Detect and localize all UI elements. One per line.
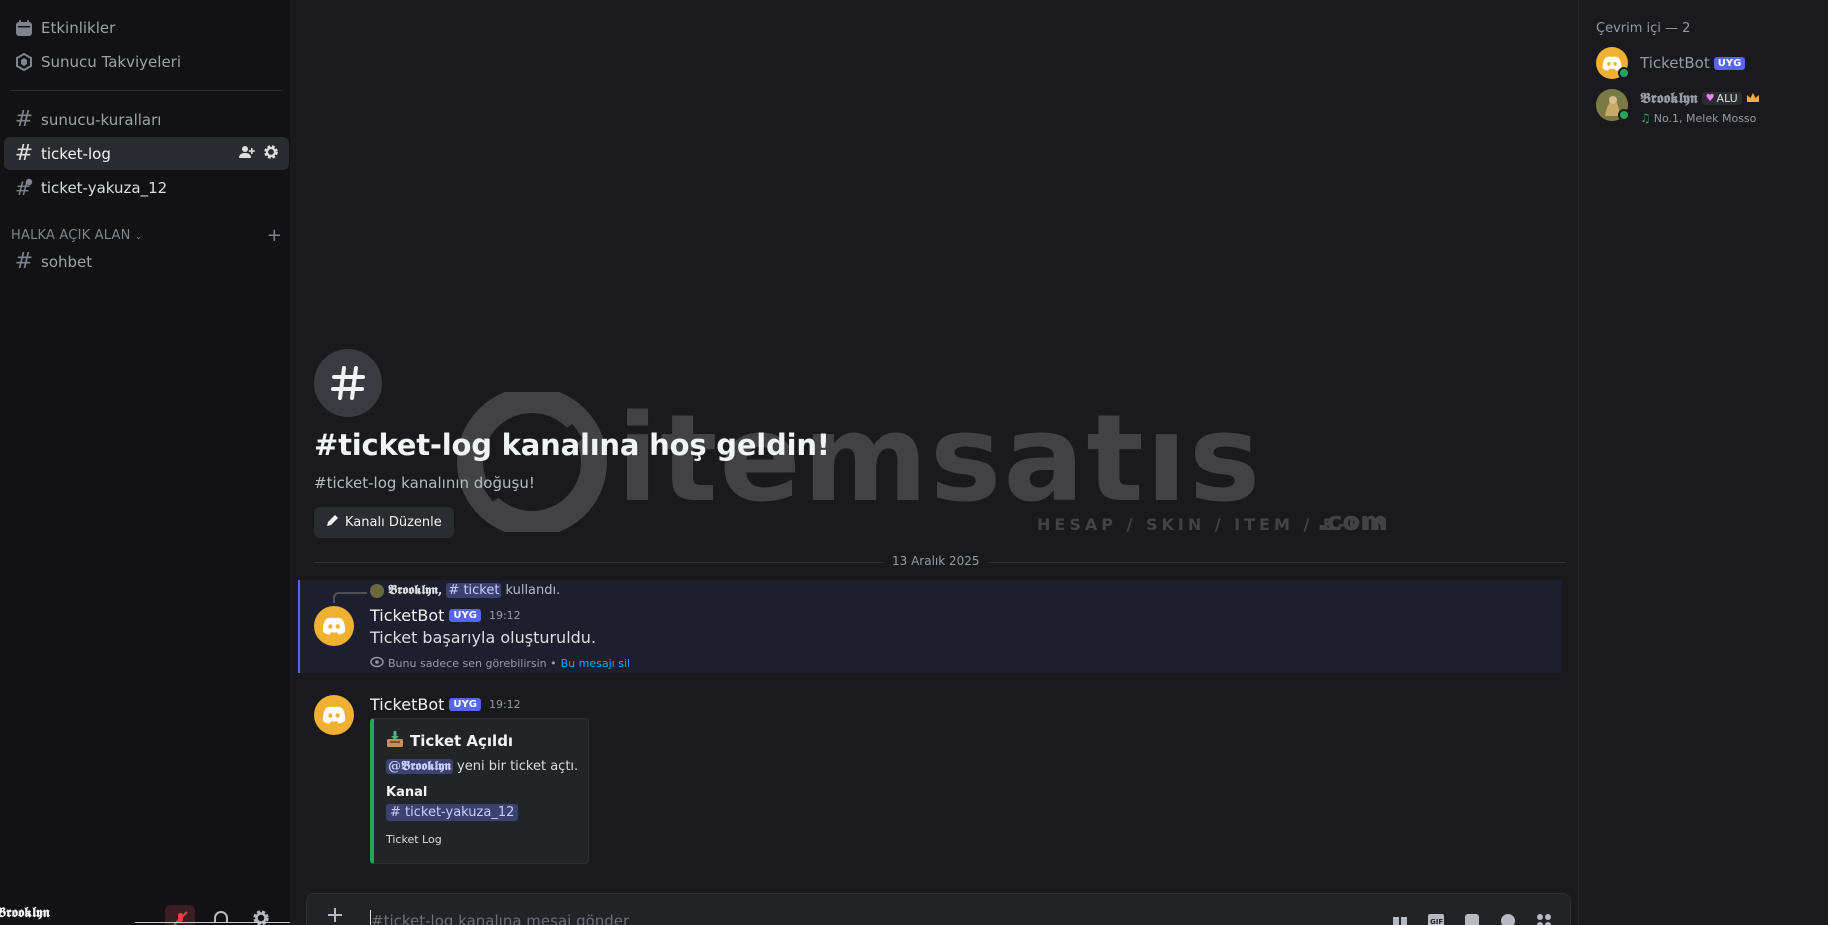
message-header: TicketBot UYG 19:12 bbox=[370, 695, 521, 714]
member-name-row: TicketBot UYG bbox=[1640, 54, 1746, 72]
pencil-icon bbox=[326, 514, 339, 531]
sidebar-item-label: Etkinlikler bbox=[41, 18, 116, 37]
app-tag-badge: UYG bbox=[449, 698, 481, 711]
member-item-brooklyn[interactable]: 𝕭𝖗𝖔𝖔𝖐𝖑𝖞𝖓 ♥ ALU ♫ No.1, Melek Mosso bbox=[1596, 89, 1821, 129]
bot-avatar[interactable] bbox=[314, 606, 354, 646]
user-mention[interactable]: @𝕭𝖗𝖔𝖔𝖐𝖑𝖞𝖓 bbox=[386, 759, 453, 774]
ticket-embed: Ticket Açıldı @𝕭𝖗𝖔𝖔𝖐𝖑𝖞𝖓 yeni bir ticket … bbox=[370, 718, 589, 864]
user-panel: 𝕭𝖗𝖔𝖔𝖐𝖑𝖞𝖓 bbox=[0, 893, 290, 925]
channel-name: sunucu-kuralları bbox=[41, 110, 162, 129]
hash-icon: # bbox=[14, 248, 34, 274]
member-name: TicketBot bbox=[1640, 54, 1710, 72]
activity-text: No.1, Melek Mosso bbox=[1653, 111, 1757, 125]
watermark-suffix: .com bbox=[1317, 507, 1387, 532]
music-note-icon: ♫ bbox=[1640, 111, 1651, 125]
bot-avatar[interactable] bbox=[314, 695, 354, 735]
member-list: Çevrim içi — 2 TicketBot UYG 𝕭𝖗𝖔𝖔𝖐𝖑𝖞𝖓 ♥ … bbox=[1578, 0, 1828, 925]
channel-name: sohbet bbox=[41, 252, 93, 271]
sidebar-item-label: Sunucu Takviyeleri bbox=[41, 52, 182, 71]
channel-item-ticket-yakuza-12[interactable]: # ticket-yakuza_12 bbox=[4, 171, 289, 204]
embed-field-name: Kanal bbox=[386, 785, 428, 800]
hash-icon: # bbox=[14, 106, 34, 132]
heart-icon: ♥ bbox=[1705, 92, 1715, 104]
guild-tag-text: ALU bbox=[1716, 91, 1738, 105]
eye-icon bbox=[370, 656, 384, 671]
message-timestamp: 19:12 bbox=[488, 609, 521, 622]
member-activity: ♫ No.1, Melek Mosso bbox=[1640, 111, 1756, 125]
category-halka-acik-alan[interactable]: HALKA AÇIK ALAN ⌄ + bbox=[11, 225, 286, 246]
channel-name: ticket-yakuza_12 bbox=[41, 178, 168, 197]
channel-sidebar: Etkinlikler Sunucu Takviyeleri # sunucu-… bbox=[0, 0, 290, 925]
hash-icon: # bbox=[14, 140, 34, 166]
category-label: HALKA AÇIK ALAN ⌄ bbox=[11, 227, 143, 243]
sidebar-item-events[interactable]: Etkinlikler bbox=[4, 11, 289, 44]
add-channel-icon[interactable]: + bbox=[267, 225, 282, 246]
online-status-dot bbox=[1618, 109, 1630, 121]
member-list-header: Çevrim içi — 2 bbox=[1596, 21, 1691, 36]
member-name-row: 𝕭𝖗𝖔𝖔𝖐𝖑𝖞𝖓 ♥ ALU bbox=[1640, 89, 1760, 107]
embed-footer: Ticket Log bbox=[386, 833, 442, 846]
embed-description-text: yeni bir ticket açtı. bbox=[457, 759, 579, 774]
boost-gem-icon bbox=[7, 52, 41, 71]
ephemeral-note: Bunu sadece sen görebilirsin • Bu mesajı… bbox=[370, 656, 630, 671]
embed-title: Ticket Açıldı bbox=[386, 730, 513, 752]
message-timestamp: 19:12 bbox=[488, 698, 521, 711]
user-avatar-small bbox=[370, 583, 384, 598]
gear-icon[interactable] bbox=[263, 144, 279, 164]
invite-member-icon[interactable] bbox=[239, 145, 255, 163]
reply-connector bbox=[333, 592, 367, 603]
channel-item-sohbet[interactable]: # sohbet bbox=[4, 245, 289, 278]
author-name[interactable]: TicketBot bbox=[370, 606, 444, 625]
channel-item-sunucu-kurallari[interactable]: # sunucu-kuralları bbox=[4, 103, 289, 136]
divider-line bbox=[135, 922, 290, 923]
reply-username: 𝕭𝖗𝖔𝖔𝖐𝖑𝖞𝖓, bbox=[388, 583, 443, 598]
channel-name: ticket-log bbox=[41, 144, 111, 163]
calendar-icon bbox=[7, 19, 41, 37]
command-reply-context[interactable]: 𝕭𝖗𝖔𝖔𝖐𝖑𝖞𝖓, # ticket kullandı. bbox=[370, 583, 560, 598]
embed-title-text: Ticket Açıldı bbox=[410, 732, 514, 750]
date-divider-label: 13 Aralık 2025 bbox=[884, 554, 988, 568]
member-name: 𝕭𝖗𝖔𝖔𝖐𝖑𝖞𝖓 bbox=[1640, 89, 1698, 107]
channel-item-ticket-log[interactable]: # ticket-log bbox=[4, 137, 289, 170]
gif-icon[interactable]: GIF bbox=[1426, 912, 1446, 925]
watermark-logo: itemsatıs HESAP / SKIN / ITEM / E-PIN .c… bbox=[437, 387, 1397, 537]
discord-logo-icon bbox=[322, 706, 346, 724]
dismiss-message-link[interactable]: Bu mesajı sil bbox=[561, 657, 630, 670]
current-username: 𝕭𝖗𝖔𝖔𝖐𝖑𝖞𝖓 bbox=[0, 905, 50, 921]
apps-icon[interactable] bbox=[1534, 912, 1554, 925]
attach-plus-button[interactable] bbox=[325, 905, 345, 925]
message-header: TicketBot UYG 19:12 bbox=[370, 606, 521, 625]
edit-channel-label: Kanalı Düzenle bbox=[345, 515, 442, 530]
message-text: Ticket başarıyla oluşturuldu. bbox=[370, 628, 597, 647]
message-composer: #ticket-log kanalına mesaj gönder GIF bbox=[306, 893, 1571, 925]
guild-tag-badge: ♥ ALU bbox=[1701, 91, 1742, 105]
private-channel-icon: # bbox=[7, 178, 41, 198]
app-tag-badge: UYG bbox=[449, 609, 481, 622]
online-status-dot bbox=[1618, 67, 1630, 79]
channel-hash-icon bbox=[314, 349, 382, 417]
app-tag-badge: UYG bbox=[1713, 56, 1746, 70]
embed-description: @𝕭𝖗𝖔𝖔𝖐𝖑𝖞𝖓 yeni bir ticket açtı. bbox=[386, 759, 578, 774]
svg-text:GIF: GIF bbox=[1430, 918, 1443, 925]
sticker-icon[interactable] bbox=[1462, 912, 1482, 925]
ephemeral-text: Bunu sadece sen görebilirsin • bbox=[388, 657, 557, 670]
discord-logo-icon bbox=[322, 617, 346, 635]
reply-suffix: kullandı. bbox=[505, 583, 561, 598]
inbox-tray-icon bbox=[386, 730, 404, 752]
message-input[interactable]: #ticket-log kanalına mesaj gönder bbox=[371, 912, 629, 925]
gift-icon[interactable] bbox=[1390, 912, 1410, 925]
chevron-down-icon: ⌄ bbox=[134, 231, 143, 242]
edit-channel-button[interactable]: Kanalı Düzenle bbox=[314, 507, 454, 538]
sidebar-divider bbox=[10, 90, 282, 91]
sidebar-item-boosts[interactable]: Sunucu Takviyeleri bbox=[4, 45, 289, 78]
emoji-icon[interactable] bbox=[1498, 912, 1518, 925]
crown-icon bbox=[1746, 89, 1760, 107]
member-item-ticketbot[interactable]: TicketBot UYG bbox=[1596, 47, 1821, 87]
channel-mention[interactable]: # ticket-yakuza_12 bbox=[386, 804, 519, 821]
welcome-title: #ticket-log kanalına hoş geldin! bbox=[314, 428, 830, 462]
author-name[interactable]: TicketBot bbox=[370, 695, 444, 714]
command-mention[interactable]: # ticket bbox=[446, 583, 502, 598]
welcome-subtitle: #ticket-log kanalının doğuşu! bbox=[314, 474, 535, 492]
